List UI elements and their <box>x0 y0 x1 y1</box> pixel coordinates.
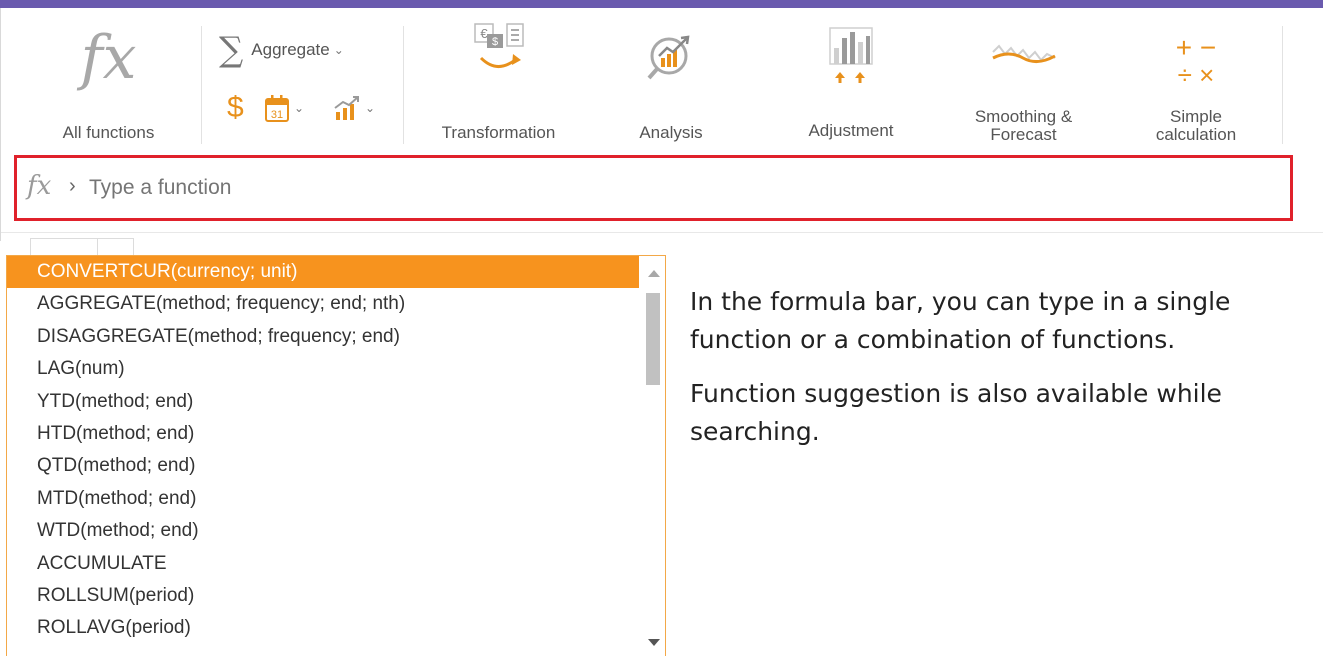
calendar-button[interactable]: 31 ⌄ <box>264 90 304 126</box>
scroll-up-arrow-icon[interactable] <box>648 270 660 277</box>
formula-input[interactable] <box>87 172 791 204</box>
formula-bar-divider <box>1 232 1323 233</box>
suggestion-item[interactable]: WTD(method; end) <box>7 515 639 547</box>
trend-button[interactable]: ⌄ <box>333 90 375 126</box>
adjustment-icon <box>829 27 873 83</box>
smoothing-forecast-label: Smoothing & Forecast <box>974 107 1073 144</box>
chevron-right-icon: › <box>69 175 76 197</box>
calendar-icon: 31 <box>265 95 289 122</box>
scroll-down-arrow-icon[interactable] <box>648 639 660 646</box>
trend-chart-icon <box>334 96 359 120</box>
transformation-label: Transformation <box>441 123 556 142</box>
chevron-down-icon: ⌄ <box>333 43 344 57</box>
analysis-icon <box>647 35 690 80</box>
formula-bar[interactable]: fx › <box>14 155 1293 221</box>
ribbon-separator <box>403 26 404 144</box>
suggestion-item[interactable]: LAG(num) <box>7 353 639 385</box>
suggestion-item[interactable]: ROLLSUM(period) <box>7 580 639 612</box>
adjustment-label: Adjustment <box>808 121 894 140</box>
ribbon-separator <box>201 26 202 144</box>
suggestion-item[interactable]: DISAGGREGATE(method; frequency; end) <box>7 321 639 353</box>
analysis-label: Analysis <box>639 123 703 142</box>
suggestion-item[interactable]: ROLLAVG(period) <box>7 612 639 644</box>
divide-times-icon: ÷ × <box>1177 60 1215 90</box>
adjustment-button[interactable]: Adjustment <box>776 16 926 151</box>
calendar-day-number: 31 <box>271 109 283 121</box>
smoothing-forecast-button[interactable]: Smoothing & Forecast <box>941 16 1106 151</box>
suggestion-item[interactable]: YTD(method; end) <box>7 386 639 418</box>
aggregate-label: Aggregate <box>251 40 330 59</box>
description-paragraph: Function suggestion is also available wh… <box>690 379 1222 446</box>
simple-calculation-label: Simple calculation <box>1155 107 1237 144</box>
all-functions-label: All functions <box>62 123 155 142</box>
description-paragraph: In the formula bar, you can type in a si… <box>690 287 1231 354</box>
analysis-button[interactable]: Analysis <box>606 16 736 151</box>
suggestion-item[interactable]: QTD(method; end) <box>7 450 639 482</box>
scroll-thumb[interactable] <box>646 293 660 385</box>
chevron-down-icon: ⌄ <box>294 101 305 115</box>
fx-icon: fx <box>27 171 52 201</box>
ribbon-separator <box>1282 26 1283 144</box>
plus-minus-icon: + − <box>1175 32 1217 63</box>
all-functions-button[interactable]: fx All functions <box>31 16 186 151</box>
suggestion-item[interactable]: CONVERTCUR(currency; unit) <box>7 256 639 289</box>
sigma-icon: ∑ <box>219 30 244 70</box>
transformation-icon: € $ <box>474 23 524 68</box>
transformation-button[interactable]: € $ Transformation <box>411 16 586 151</box>
description-text: In the formula bar, you can type in a si… <box>690 283 1310 467</box>
chevron-down-icon: ⌄ <box>365 101 376 115</box>
smoothing-forecast-icon <box>992 44 1056 63</box>
dollar-icon: $ <box>227 91 244 124</box>
function-suggestion-list: CONVERTCUR(currency; unit) AGGREGATE(met… <box>6 255 666 656</box>
top-accent-bar <box>0 0 1323 8</box>
suggestion-item[interactable]: HTD(method; end) <box>7 418 639 450</box>
suggestion-item[interactable]: ACCUMULATE <box>7 548 639 580</box>
svg-text:$: $ <box>492 36 498 48</box>
suggestion-item[interactable]: AGGREGATE(method; frequency; end; nth) <box>7 288 639 320</box>
currency-button[interactable]: $ <box>227 88 244 128</box>
function-ribbon: fx All functions ∑ Aggregate ⌄ $ 31 ⌄ ⌄ <box>1 8 1323 152</box>
fx-icon: fx <box>80 23 137 93</box>
aggregate-button[interactable]: ∑ Aggregate ⌄ <box>219 30 344 70</box>
suggestion-items: CONVERTCUR(currency; unit) AGGREGATE(met… <box>7 256 639 645</box>
suggestion-item[interactable]: MTD(method; end) <box>7 483 639 515</box>
simple-calculation-button[interactable]: + − ÷ × Simple calculation <box>1121 16 1271 151</box>
suggestion-scrollbar[interactable] <box>641 256 665 656</box>
